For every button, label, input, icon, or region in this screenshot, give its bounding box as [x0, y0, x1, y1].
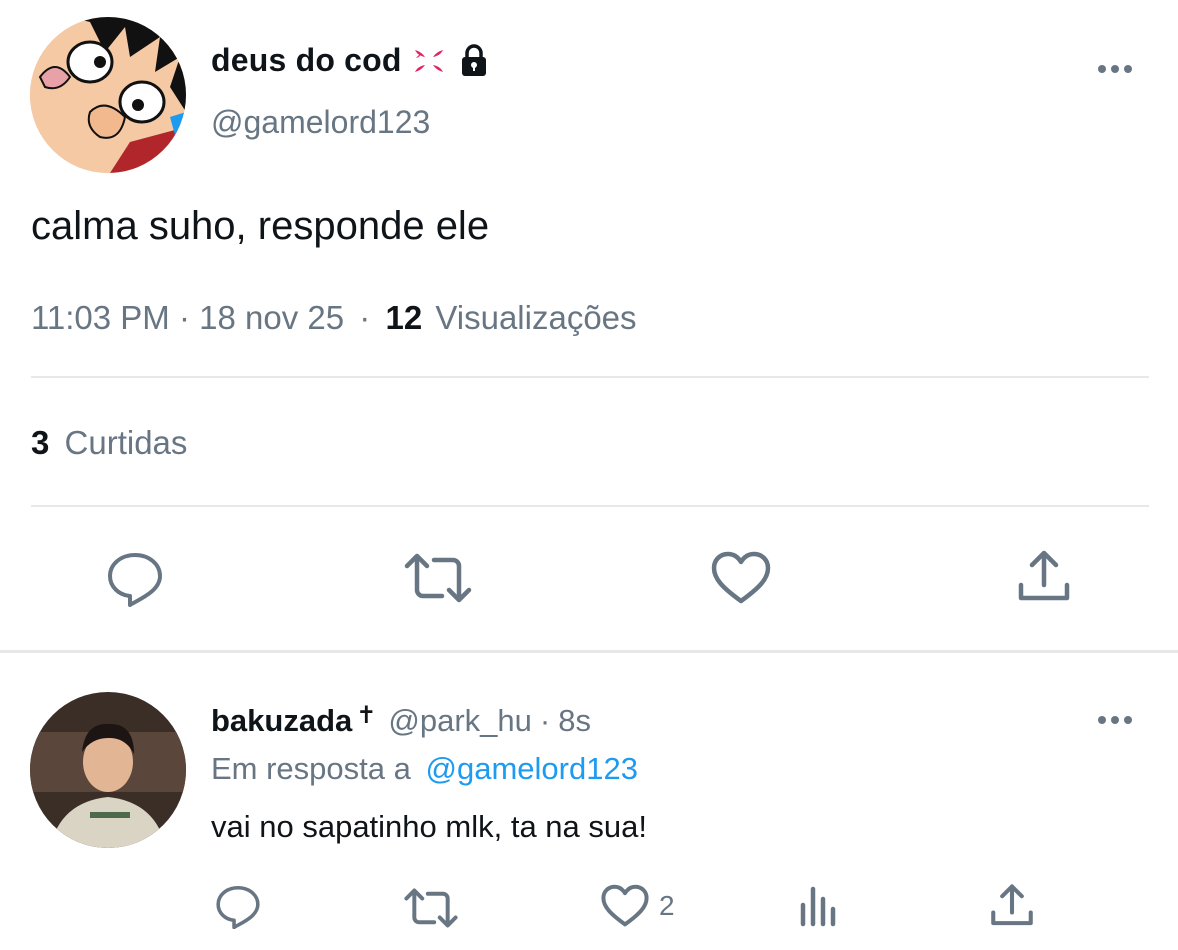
- likes-label: Curtidas: [64, 424, 188, 461]
- reply-like-count: 2: [659, 890, 675, 921]
- reply-handle[interactable]: @park_hu: [388, 703, 532, 739]
- share-icon[interactable]: [990, 884, 1034, 928]
- tweet-meta: 11:03 PM · 18 nov 25 · 12 Visualizações: [31, 299, 637, 337]
- reply-time[interactable]: 8s: [558, 703, 591, 739]
- avatar-illustration: [30, 17, 186, 173]
- tweet-text: calma suho, responde ele: [31, 204, 490, 248]
- heart-icon: [601, 884, 649, 928]
- retweet-icon[interactable]: [404, 887, 458, 929]
- name-symbol: ✝: [356, 702, 377, 729]
- lock-icon: [456, 43, 492, 79]
- avatar-photo: [30, 692, 186, 848]
- tweet-time: 11:03 PM: [31, 299, 170, 336]
- more-icon[interactable]: [1098, 716, 1132, 724]
- tweet-date: 18 nov 25: [199, 299, 345, 336]
- author-display-name[interactable]: deus do cod: [211, 42, 402, 79]
- author-avatar[interactable]: [30, 17, 186, 173]
- in-reply-to: Em resposta a @gamelord123: [211, 751, 638, 787]
- meta-separator: ·: [178, 299, 190, 336]
- meta-separator: ·: [359, 299, 371, 336]
- in-reply-handle[interactable]: @gamelord123: [426, 751, 638, 786]
- views-label[interactable]: Visualizações: [435, 299, 636, 336]
- reply-like-action[interactable]: 2: [601, 884, 675, 928]
- reply-text: vai no sapatinho mlk, ta na sua!: [211, 809, 647, 844]
- reply-icon[interactable]: [215, 883, 261, 929]
- reply-display-name[interactable]: bakuzada: [211, 703, 352, 739]
- heart-icon[interactable]: [711, 551, 771, 605]
- section-divider: [0, 650, 1178, 653]
- meta-separator: ·: [539, 703, 551, 738]
- likes-summary[interactable]: 3 Curtidas: [31, 424, 187, 462]
- divider: [31, 505, 1149, 507]
- reply-icon[interactable]: [106, 549, 164, 607]
- author-handle[interactable]: @gamelord123: [211, 104, 430, 141]
- retweet-icon[interactable]: [404, 552, 472, 604]
- share-icon[interactable]: [1017, 550, 1071, 604]
- analytics-icon[interactable]: [799, 885, 839, 927]
- in-reply-prefix: Em resposta a: [211, 751, 411, 786]
- anger-symbol-icon: [412, 44, 446, 78]
- views-count[interactable]: 12: [385, 299, 422, 336]
- likes-count: 3: [31, 424, 50, 461]
- divider: [31, 376, 1149, 378]
- reply-author-avatar[interactable]: [30, 692, 186, 848]
- more-icon[interactable]: [1098, 65, 1132, 73]
